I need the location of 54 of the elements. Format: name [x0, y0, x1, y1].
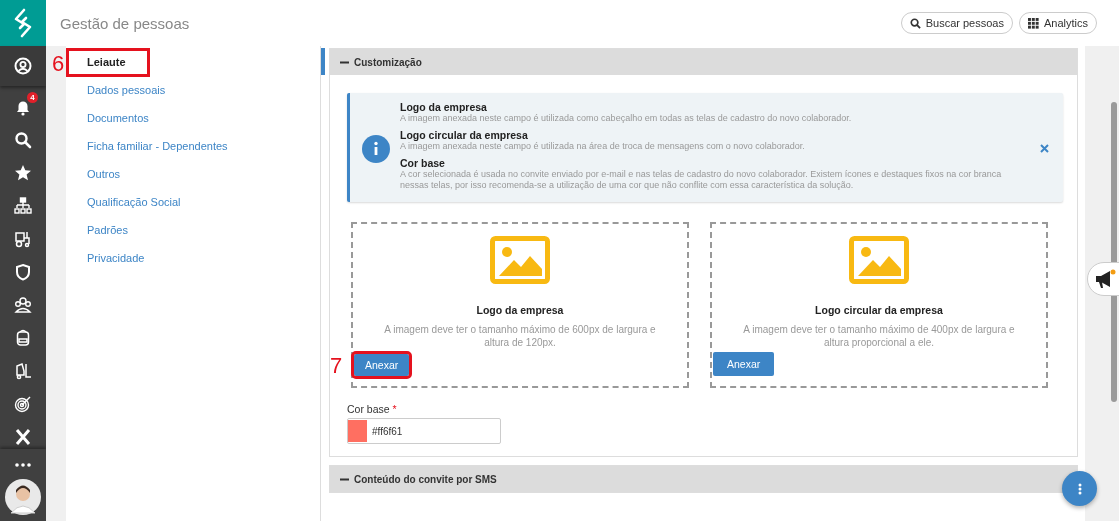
upload-description: A imagem deve ter o tamanho máximo de 400px de largura e altura proporcional a ele.	[742, 323, 1016, 350]
notification-badge: 4	[27, 92, 38, 103]
nav-item[interactable]: Ficha familiar - Dependentes	[66, 133, 248, 161]
field-label: Cor base *	[347, 403, 398, 415]
forklift-icon[interactable]	[14, 362, 32, 380]
section-header[interactable]: Customização	[330, 49, 1077, 75]
info-description: A cor selecionada é usada no convite enviado por e-mail e nas telas de cadastro do novo colaborador. Existem ícones e destaques fixos na cor branca nessas telas, por isso recomenda-se a utilização de uma cor que não conflite com essa característica da solução.	[400, 169, 1003, 191]
x-tool-icon[interactable]	[14, 428, 32, 446]
nav-item[interactable]: Documentos	[66, 105, 169, 133]
nav-item[interactable]: Padrões	[66, 217, 148, 245]
info-description: A imagem anexada neste campo é utilizada na área de troca de mensagens com o novo colaborador.	[400, 141, 806, 152]
info-title: Cor base	[400, 157, 446, 169]
nav-item[interactable]: Outros	[66, 161, 140, 189]
search-icon	[909, 17, 921, 29]
backpack-icon[interactable]	[14, 329, 32, 347]
nav-item[interactable]: Privacidade	[66, 245, 165, 273]
info-title: Logo circular da empresa	[400, 129, 529, 141]
info-icon	[362, 134, 390, 163]
image-icon	[490, 236, 550, 284]
megaphone-icon	[1094, 269, 1116, 289]
image-icon	[849, 236, 909, 284]
more-icon[interactable]	[15, 463, 31, 467]
avatar-icon[interactable]	[5, 479, 41, 515]
star-icon[interactable]	[14, 164, 32, 182]
nav-item[interactable]: Leiaute	[66, 48, 150, 77]
upload-title: Logo circular da empresa	[815, 304, 943, 316]
color-input[interactable]: #ff6f61	[347, 418, 501, 444]
more-icon	[1077, 482, 1082, 495]
required-mark: *	[392, 403, 397, 415]
target-icon[interactable]	[14, 395, 32, 413]
upload-title: Logo da empresa	[476, 304, 564, 316]
user-circle-icon[interactable]	[14, 57, 32, 75]
page-title: Gestão de pessoas	[60, 14, 190, 32]
info-title: Logo da empresa	[400, 101, 488, 113]
org-chart-icon[interactable]	[14, 197, 32, 215]
analytics-button[interactable]: Analytics	[1018, 12, 1097, 34]
upload-dropzone[interactable]: Logo circular da empresa A imagem deve ter o tamanho máximo de 400px de largura e altura proporcional a ele. Anexar	[710, 222, 1048, 388]
attach-button[interactable]: Anexar	[713, 352, 775, 376]
upload-description: A imagem deve ter o tamanho máximo de 600px de largura e altura de 120px.	[383, 323, 657, 350]
annotation-number: 6	[52, 53, 65, 75]
nav-item[interactable]: Dados pessoais	[66, 77, 186, 105]
search-people-button[interactable]: Buscar pessoas	[900, 12, 1013, 34]
search-icon[interactable]	[14, 131, 32, 149]
vehicle-icon[interactable]	[14, 230, 32, 248]
nav-item[interactable]: Qualificação Social	[66, 189, 201, 217]
app-logo[interactable]	[0, 0, 46, 46]
shield-icon[interactable]	[14, 263, 32, 281]
attach-button[interactable]: Anexar	[354, 354, 410, 376]
section-header[interactable]: Conteúdo do convite por SMS	[330, 466, 1077, 492]
close-icon[interactable]	[1040, 144, 1049, 153]
info-description: A imagem anexada neste campo é utilizada como cabeçalho em todas as telas de cadastro do novo colaborador.	[400, 113, 853, 124]
grid-icon	[1027, 17, 1039, 29]
group-icon[interactable]	[14, 296, 32, 314]
annotation-number: 7	[330, 355, 343, 377]
